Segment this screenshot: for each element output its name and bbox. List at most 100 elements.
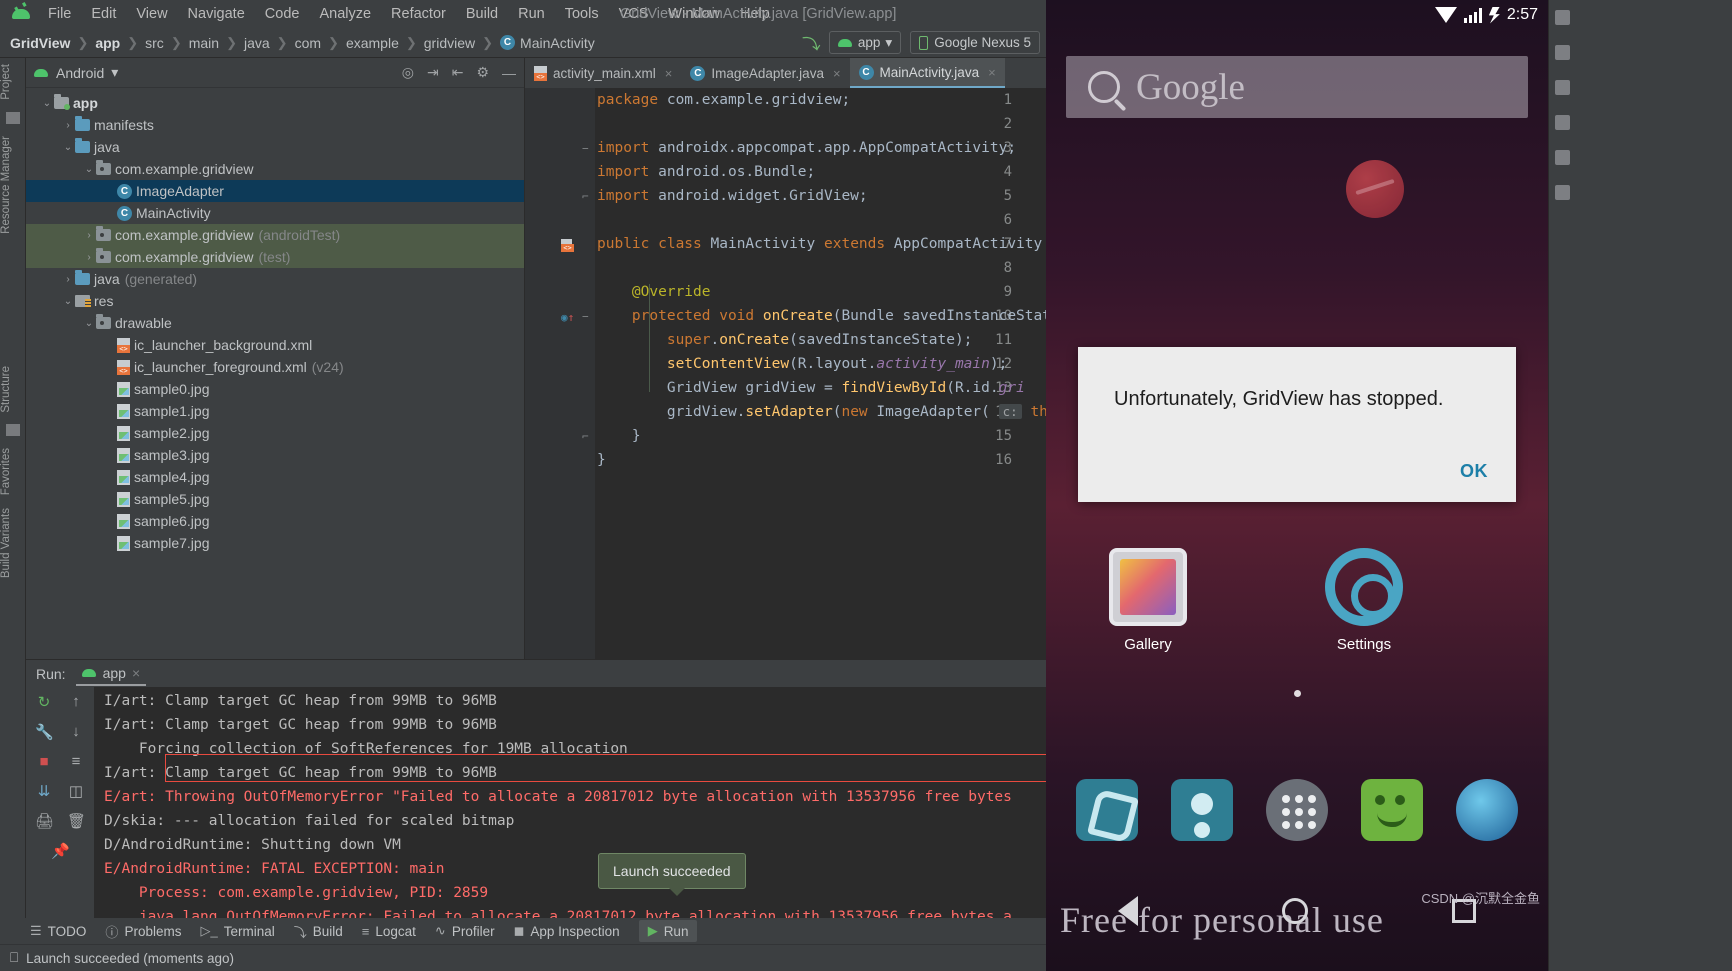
gutter-marker[interactable]: [561, 239, 574, 255]
code-fold-icon[interactable]: −: [582, 310, 589, 323]
settings-gear-icon[interactable]: ⚙: [476, 64, 489, 81]
phone-icon[interactable]: [1076, 779, 1139, 841]
menu-code[interactable]: Code: [255, 4, 310, 24]
editor-tab-activity-main-xml[interactable]: activity_main.xml ×: [525, 58, 681, 88]
wrench-icon[interactable]: 🔧: [35, 723, 54, 741]
menu-vcs[interactable]: VCS: [609, 4, 659, 24]
rerun-icon[interactable]: ↻: [35, 693, 53, 711]
gutter-marker[interactable]: ◉↑: [561, 311, 574, 324]
chevron-down-icon[interactable]: ▾: [111, 64, 118, 81]
menu-file[interactable]: File: [38, 4, 81, 24]
editor-tab-imageadapter-java[interactable]: C ImageAdapter.java ×: [681, 58, 849, 88]
expand-all-icon[interactable]: ⇥: [427, 64, 439, 81]
stop-icon[interactable]: ■: [35, 753, 53, 770]
disclosure-arrow-icon[interactable]: ⌄: [40, 98, 54, 109]
google-search-widget[interactable]: Google: [1066, 56, 1528, 118]
tree-node-ic-launcher-background-xml[interactable]: ic_launcher_background.xml: [26, 334, 524, 356]
messaging-icon[interactable]: [1360, 779, 1423, 841]
wrap-text-icon[interactable]: ≡: [67, 753, 85, 770]
device-selector[interactable]: Google Nexus 5: [910, 31, 1040, 54]
print-icon[interactable]: 🖨: [35, 812, 54, 830]
app-icon-settings[interactable]: Settings: [1304, 548, 1424, 653]
tree-node-sample1-jpg[interactable]: sample1.jpg: [26, 400, 524, 422]
breadcrumb-item-mainactivity[interactable]: MainActivity: [520, 35, 595, 51]
menu-view[interactable]: View: [126, 4, 177, 24]
scroll-up-icon[interactable]: ↑: [67, 693, 85, 711]
tree-node-sample5-jpg[interactable]: sample5.jpg: [26, 488, 524, 510]
code-fold-icon[interactable]: −: [582, 142, 589, 155]
bottom-tool-profiler[interactable]: ∿ Profiler: [435, 923, 495, 939]
tree-node-sample4-jpg[interactable]: sample4.jpg: [26, 466, 524, 488]
browser-icon[interactable]: [1455, 779, 1518, 841]
run-tab-app[interactable]: app ×: [75, 662, 147, 686]
override-marker-icon[interactable]: ◉: [561, 311, 568, 324]
close-icon[interactable]: ×: [833, 66, 841, 81]
soft-wrap-icon[interactable]: ◫: [67, 782, 85, 800]
tree-node-app[interactable]: ⌄ app: [26, 92, 524, 114]
bottom-tool-logcat[interactable]: ≡ Logcat: [362, 924, 416, 939]
breadcrumb-item-src[interactable]: src: [145, 35, 164, 51]
event-log-icon[interactable]: ⎕: [10, 950, 18, 966]
bottom-tool-app-inspection[interactable]: ◼ App Inspection: [514, 923, 620, 939]
project-view-label[interactable]: Android: [56, 65, 104, 81]
close-icon[interactable]: ×: [988, 65, 996, 80]
tree-node-sample6-jpg[interactable]: sample6.jpg: [26, 510, 524, 532]
rail-icon-4[interactable]: [1549, 105, 1732, 140]
build-hammer-icon[interactable]: ⤵: [801, 29, 822, 57]
rail-icon-5[interactable]: [1549, 140, 1732, 175]
breadcrumb-item-gridview[interactable]: GridView: [10, 35, 70, 51]
tree-node-java[interactable]: ⌄ java: [26, 136, 524, 158]
related-xml-icon[interactable]: [561, 239, 574, 252]
tree-node-mainactivity[interactable]: C MainActivity: [26, 202, 524, 224]
all-apps-icon[interactable]: [1265, 779, 1328, 841]
crash-dialog[interactable]: Unfortunately, GridView has stopped. OK: [1078, 347, 1516, 502]
bottom-tool-build[interactable]: ⤵ Build: [294, 922, 343, 941]
editor-tab-mainactivity-java[interactable]: C MainActivity.java ×: [849, 58, 1005, 88]
menu-analyze[interactable]: Analyze: [309, 4, 381, 24]
disclosure-arrow-icon[interactable]: ⌄: [82, 164, 96, 175]
disclosure-arrow-icon[interactable]: ⌄: [82, 318, 96, 329]
build-variants-icon[interactable]: [5, 424, 20, 437]
app-icon-gallery[interactable]: Gallery: [1088, 548, 1208, 653]
hide-window-icon[interactable]: —: [502, 65, 516, 81]
close-icon[interactable]: ×: [665, 66, 673, 81]
disclosure-arrow-icon[interactable]: ⌄: [61, 142, 75, 153]
android-emulator[interactable]: 2:57 Google Unfortunately, GridView has …: [1046, 0, 1548, 971]
breadcrumb-item-app[interactable]: app: [95, 35, 120, 51]
disclosure-arrow-icon[interactable]: ⌄: [61, 296, 75, 307]
breadcrumb-item-main[interactable]: main: [189, 35, 219, 51]
menu-tools[interactable]: Tools: [555, 4, 609, 24]
rail-tab-resource-manager[interactable]: Resource Manager: [0, 130, 12, 240]
menu-run[interactable]: Run: [508, 4, 555, 24]
locate-icon[interactable]: ◎: [402, 64, 414, 81]
rail-icon-6[interactable]: [1549, 175, 1732, 210]
contacts-icon[interactable]: [1171, 779, 1234, 841]
tree-node-sample2-jpg[interactable]: sample2.jpg: [26, 422, 524, 444]
breadcrumb-item-gridview-pkg[interactable]: gridview: [424, 35, 475, 51]
tree-node-com-example-gridview[interactable]: ⌄ com.example.gridview: [26, 158, 524, 180]
scroll-to-end-icon[interactable]: ⇊: [35, 782, 53, 800]
tree-node-drawable[interactable]: ⌄ drawable: [26, 312, 524, 334]
disclosure-arrow-icon[interactable]: ›: [82, 230, 96, 241]
tree-node-sample0-jpg[interactable]: sample0.jpg: [26, 378, 524, 400]
scroll-down-icon[interactable]: ↓: [67, 723, 85, 741]
editor-gutter[interactable]: [525, 88, 595, 659]
bottom-tool-problems[interactable]: ⓘ Problems: [105, 922, 181, 941]
back-icon[interactable]: [1118, 896, 1138, 926]
bottom-tool-todo[interactable]: ☰ TODO: [30, 923, 86, 939]
tree-node-com-example-gridview[interactable]: › com.example.gridview (test): [26, 246, 524, 268]
tree-node-ic-launcher-foreground-xml[interactable]: ic_launcher_foreground.xml(v24): [26, 356, 524, 378]
bottom-tool-terminal[interactable]: ▷_ Terminal: [200, 923, 274, 939]
breadcrumb-item-com[interactable]: com: [295, 35, 321, 51]
menu-window[interactable]: Window: [658, 4, 730, 24]
tree-node-java[interactable]: › java (generated): [26, 268, 524, 290]
collapse-all-icon[interactable]: ⇤: [452, 64, 464, 81]
pin-icon[interactable]: 📌: [51, 842, 70, 860]
home-icon[interactable]: [1282, 898, 1308, 924]
rail-tab-structure[interactable]: Structure: [0, 360, 12, 419]
menu-navigate[interactable]: Navigate: [178, 4, 255, 24]
code-area[interactable]: 1 package com.example.gridview; 2 3− import…: [525, 88, 1060, 659]
trash-icon[interactable]: 🗑: [67, 812, 86, 830]
menu-refactor[interactable]: Refactor: [381, 4, 456, 24]
rail-icon-2[interactable]: [1549, 35, 1732, 70]
